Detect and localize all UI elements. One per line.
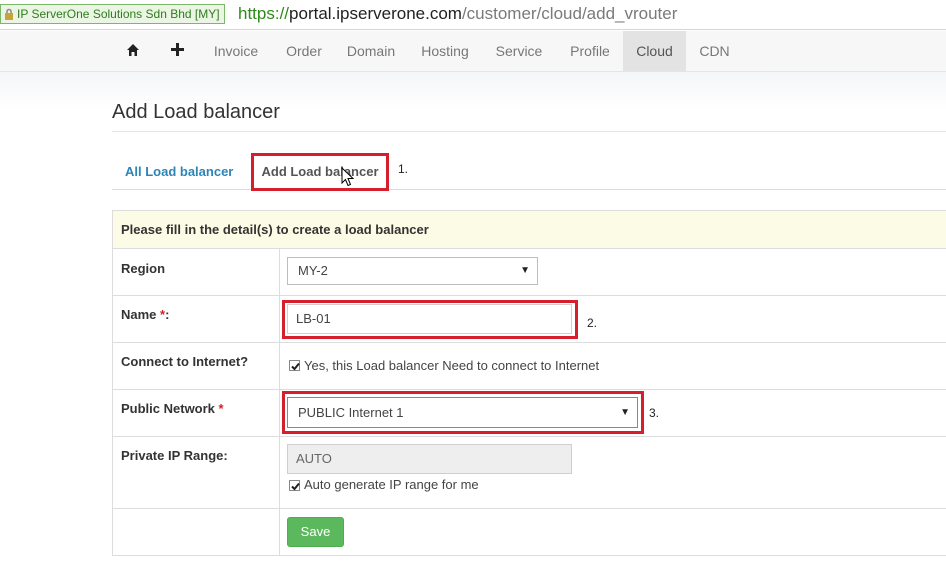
nav-invoice[interactable]: Invoice	[203, 31, 269, 71]
auto-generate-ip-label[interactable]: Auto generate IP range for me	[304, 477, 479, 492]
region-select[interactable]: MY-2 ▼	[287, 257, 538, 285]
region-label: Region	[121, 261, 166, 276]
ssl-certificate-label: IP ServerOne Solutions Sdn Bhd [MY]	[17, 7, 220, 21]
public-network-required-mark: *	[218, 401, 224, 416]
column-divider	[279, 390, 280, 436]
ssl-certificate-badge[interactable]: IP ServerOne Solutions Sdn Bhd [MY]	[0, 4, 225, 24]
tab-all-load-balancer[interactable]: All Load balancer	[125, 164, 233, 179]
nav-domain[interactable]: Domain	[340, 31, 402, 71]
url-scheme: https://	[238, 4, 290, 23]
name-label-text: Name	[121, 307, 157, 322]
plus-icon[interactable]	[171, 43, 184, 61]
nav-service[interactable]: Service	[487, 31, 551, 71]
top-navigation: Invoice Order Domain Hosting Service Pro…	[0, 31, 946, 72]
column-divider	[279, 437, 280, 508]
auto-generate-ip-checkbox[interactable]	[289, 480, 300, 491]
name-input[interactable]: LB-01	[287, 304, 572, 334]
region-select-value: MY-2	[298, 263, 328, 278]
tab-add-load-balancer[interactable]: Add Load balancer	[251, 153, 389, 191]
lock-icon	[4, 8, 14, 20]
private-ip-input[interactable]: AUTO	[287, 444, 572, 474]
form-instructions: Please fill in the detail(s) to create a…	[121, 222, 429, 237]
browser-address-bar[interactable]: IP ServerOne Solutions Sdn Bhd [MY] http…	[0, 0, 946, 30]
column-divider	[279, 343, 280, 389]
title-divider	[112, 131, 946, 132]
url-host: portal.ipserverone.com	[289, 4, 462, 23]
column-divider	[279, 249, 280, 295]
home-icon[interactable]	[126, 43, 140, 62]
nav-profile[interactable]: Profile	[560, 31, 620, 71]
name-label: Name *:	[121, 307, 169, 322]
nav-hosting[interactable]: Hosting	[412, 31, 478, 71]
caret-down-icon: ▼	[620, 407, 630, 418]
url-text[interactable]: https://portal.ipserverone.com/customer/…	[238, 4, 677, 24]
connect-internet-label: Connect to Internet?	[121, 354, 249, 369]
actions-row	[113, 509, 946, 555]
mouse-cursor-icon	[341, 166, 355, 192]
annotation-step-1: 1.	[398, 162, 409, 176]
column-divider	[279, 509, 280, 555]
url-path: /customer/cloud/add_vrouter	[461, 4, 678, 23]
column-divider	[279, 296, 280, 342]
form-header-row: Please fill in the detail(s) to create a…	[113, 211, 946, 249]
public-network-select[interactable]: PUBLIC Internet 1 ▼	[287, 397, 638, 428]
page-title: Add Load balancer	[112, 101, 280, 123]
annotation-step-2: 2.	[587, 316, 598, 330]
name-label-colon: :	[165, 307, 170, 322]
nav-cloud[interactable]: Cloud	[623, 31, 686, 71]
public-network-label: Public Network *	[121, 401, 224, 416]
connect-internet-checkbox[interactable]	[289, 360, 300, 371]
public-network-select-value: PUBLIC Internet 1	[298, 405, 404, 420]
tabs-divider	[112, 189, 946, 190]
private-ip-label: Private IP Range:	[121, 448, 228, 463]
public-network-label-text: Public Network	[121, 401, 215, 416]
save-button[interactable]: Save	[287, 517, 344, 547]
caret-down-icon: ▼	[520, 265, 530, 276]
nav-cdn[interactable]: CDN	[692, 31, 737, 71]
annotation-step-3: 3.	[649, 406, 660, 420]
connect-internet-checkbox-label[interactable]: Yes, this Load balancer Need to connect …	[304, 358, 599, 373]
nav-order[interactable]: Order	[275, 31, 333, 71]
